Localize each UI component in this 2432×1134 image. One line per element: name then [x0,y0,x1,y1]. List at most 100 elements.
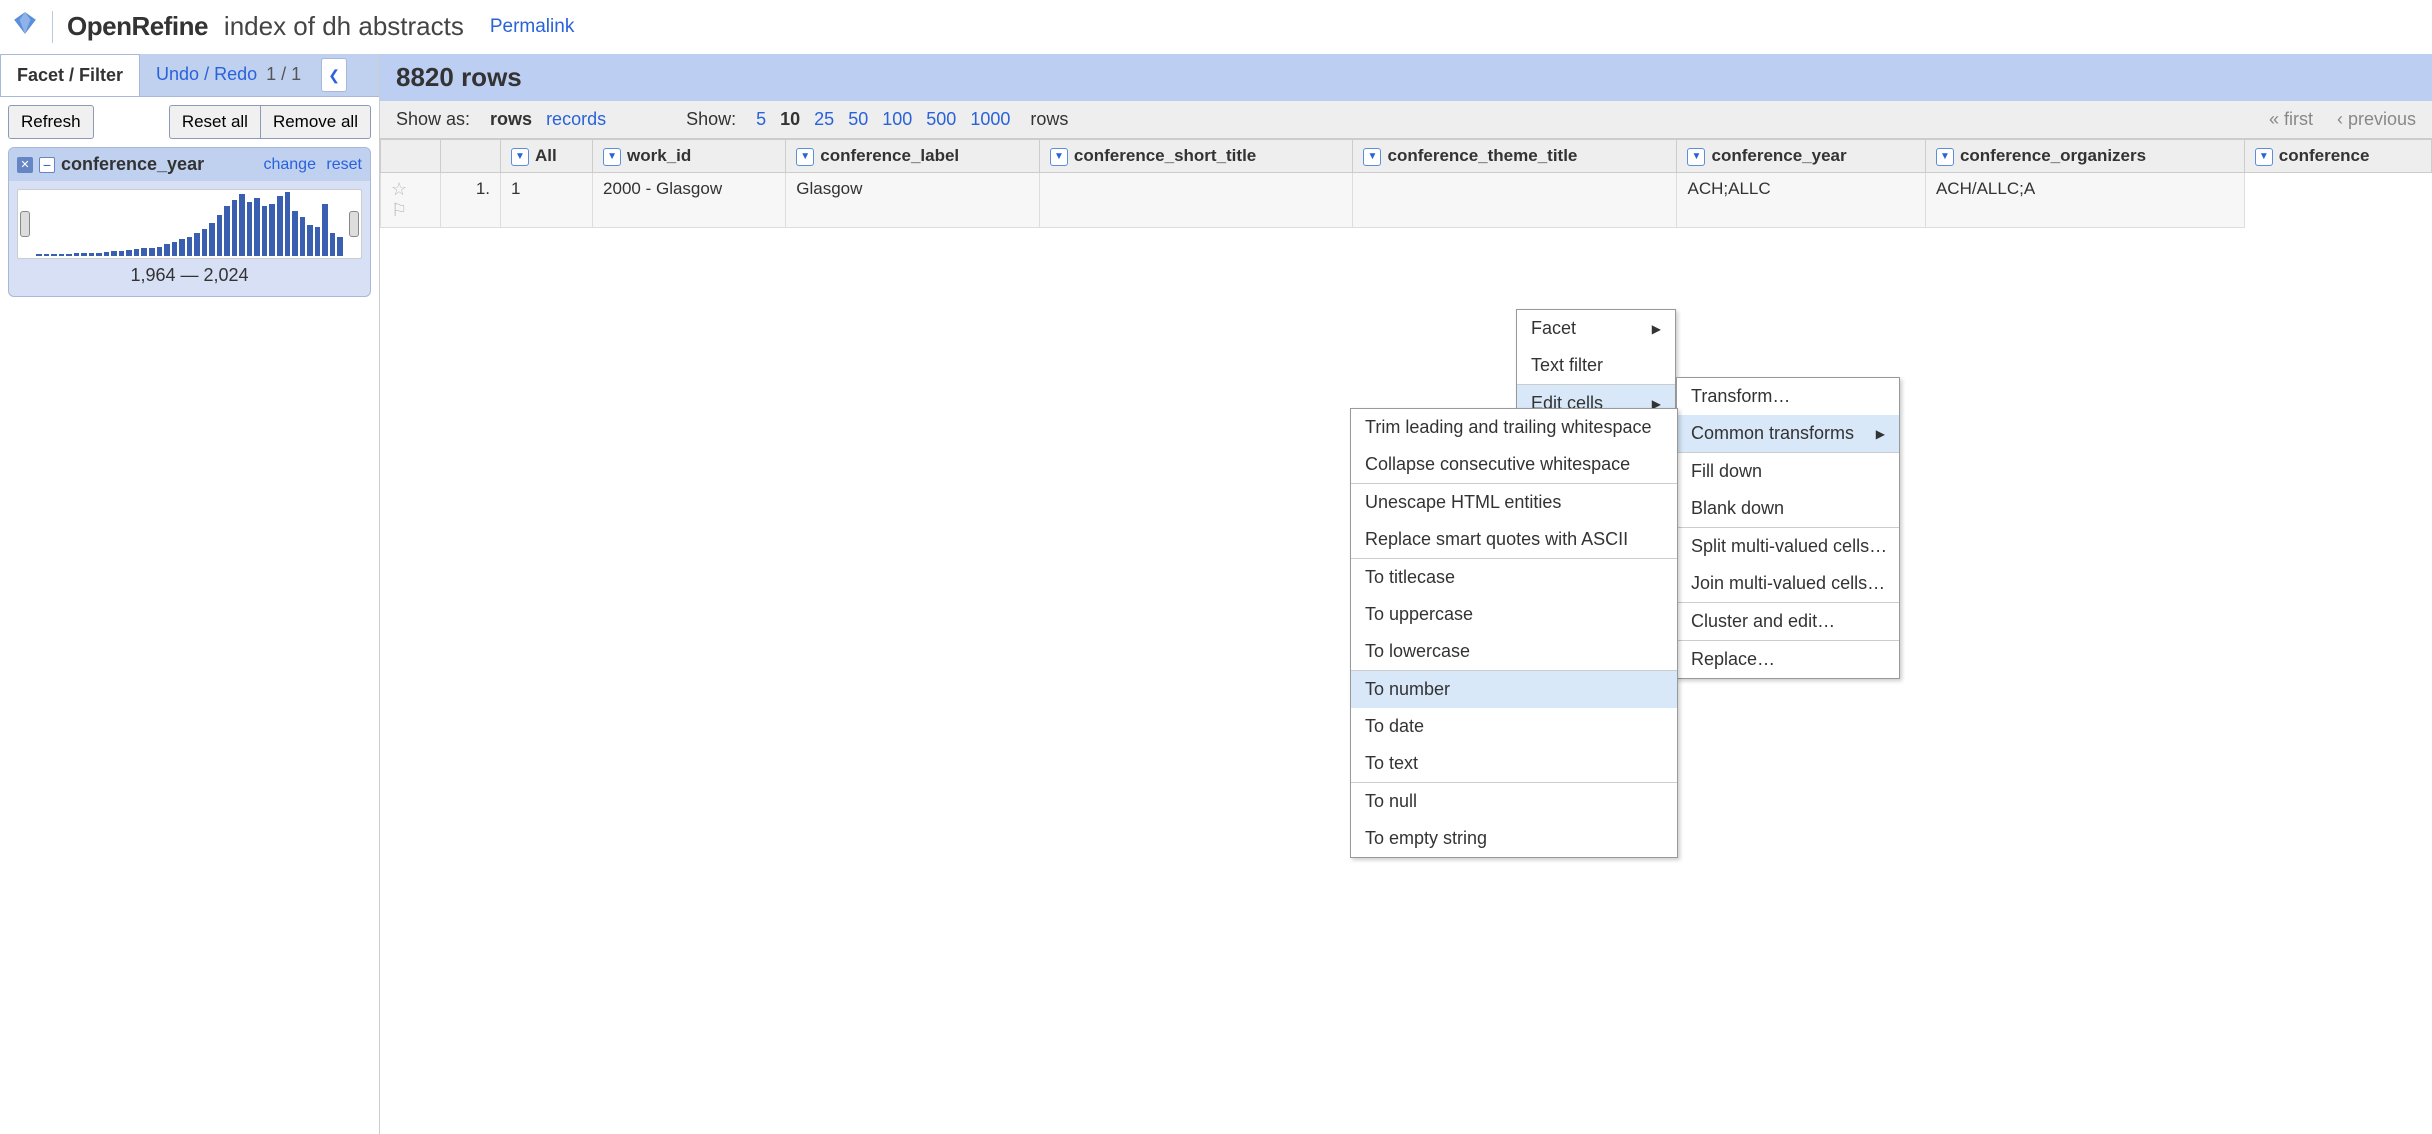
histogram-bar [217,215,223,256]
remove-all-button[interactable]: Remove all [260,105,371,139]
menu-item-split-multi-valued-cells[interactable]: Split multi-valued cells… [1677,528,1899,565]
menu-item-blank-down[interactable]: Blank down [1677,490,1899,527]
histogram-bar [36,254,42,256]
refresh-button[interactable]: Refresh [8,105,94,139]
cell-work-id[interactable]: 1 [501,173,593,228]
column-header-conference-organizers: ▼conference_organizers [1925,140,2244,173]
menu-item-label: To number [1365,679,1450,700]
histogram-bar [51,254,57,256]
column-menu: Facet▶Text filterEdit cells▶ [1516,309,1676,423]
menu-item-facet[interactable]: Facet▶ [1517,310,1675,347]
menu-item-to-number[interactable]: To number [1351,671,1677,708]
histogram-bar [187,237,193,256]
page-size-1000[interactable]: 1000 [970,109,1010,130]
histogram-bar [59,254,65,256]
facet-minimize-icon[interactable]: − [39,157,55,173]
menu-item-text-filter[interactable]: Text filter [1517,347,1675,384]
menu-item-common-transforms[interactable]: Common transforms▶ [1677,415,1899,452]
cell-conference-theme-title[interactable] [1039,173,1353,228]
column-menu-button[interactable]: ▼ [796,148,814,166]
histogram-bar [44,254,50,256]
cell-conference[interactable]: ACH/ALLC;A [1925,173,2244,228]
menu-item-to-lowercase[interactable]: To lowercase [1351,633,1677,670]
menu-item-unescape-html-entities[interactable]: Unescape HTML entities [1351,484,1677,521]
table-row: ☆ ⚐ 1. 1 2000 - Glasgow Glasgow ACH;ALLC… [381,173,2432,228]
page-size-100[interactable]: 100 [882,109,912,130]
page-size-25[interactable]: 25 [814,109,834,130]
column-header-work-id: ▼work_id [593,140,786,173]
cell-conference-short-title[interactable]: Glasgow [786,173,1040,228]
menu-item-to-date[interactable]: To date [1351,708,1677,745]
show-as-rows[interactable]: rows [490,109,532,130]
column-menu-button[interactable]: ▼ [1936,148,1954,166]
column-menu-button[interactable]: ▼ [1687,148,1705,166]
histogram-bar [96,253,102,256]
menu-item-to-empty-string[interactable]: To empty string [1351,820,1677,857]
facet-close-icon[interactable]: ✕ [17,157,33,173]
cell-conference-year[interactable] [1353,173,1677,228]
facet-reset-link[interactable]: reset [326,156,362,173]
menu-item-to-null[interactable]: To null [1351,783,1677,820]
menu-item-to-uppercase[interactable]: To uppercase [1351,596,1677,633]
histogram-bar [66,254,72,256]
star-icon[interactable]: ☆ [391,179,407,199]
page-size-500[interactable]: 500 [926,109,956,130]
undo-count: 1 / 1 [266,64,301,84]
collapse-left-panel-button[interactable]: ❮ [321,58,347,92]
pager-first[interactable]: « first [2269,109,2313,130]
column-header-label: All [535,146,557,165]
histogram-bar [209,223,215,256]
menu-item-replace-smart-quotes-with-ascii[interactable]: Replace smart quotes with ASCII [1351,521,1677,558]
column-menu-button[interactable]: ▼ [2255,148,2273,166]
menu-item-label: Common transforms [1691,423,1854,444]
chevron-left-icon: ❮ [328,67,340,84]
cell-conference-organizers[interactable]: ACH;ALLC [1677,173,1925,228]
histogram-bar [104,252,110,256]
column-header-all: ▼ All [501,140,593,173]
histogram-bar [337,237,343,256]
slider-handle-left[interactable] [20,211,30,237]
histogram-bar [315,227,321,256]
pager-previous[interactable]: ‹ previous [2337,109,2416,130]
histogram-bar [224,206,230,256]
left-toolbar: Refresh Reset all Remove all [0,97,379,147]
edit-cells-submenu: Transform…Common transforms▶Fill downBla… [1676,377,1900,679]
menu-item-to-text[interactable]: To text [1351,745,1677,782]
reset-all-button[interactable]: Reset all [169,105,260,139]
tab-undo-redo[interactable]: Undo / Redo 1 / 1 [140,54,317,96]
summary-bar: 8820 rows [380,54,2432,101]
page-size-50[interactable]: 50 [848,109,868,130]
menu-item-to-titlecase[interactable]: To titlecase [1351,559,1677,596]
column-header-conference-year: ▼conference_year [1677,140,1925,173]
facet-change-link[interactable]: change [263,156,316,173]
menu-item-label: Collapse consecutive whitespace [1365,454,1630,475]
menu-item-label: Join multi-valued cells… [1691,573,1885,594]
menu-item-trim-leading-and-trailing-whitespace[interactable]: Trim leading and trailing whitespace [1351,409,1677,446]
column-menu-button[interactable]: ▼ [1050,148,1068,166]
page-size-5[interactable]: 5 [756,109,766,130]
facet-histogram[interactable] [17,189,362,259]
column-header-label: conference_theme_title [1387,146,1577,165]
menu-item-replace[interactable]: Replace… [1677,641,1899,678]
column-menu-button[interactable]: ▼ [511,148,529,166]
slider-handle-right[interactable] [349,211,359,237]
menu-item-transform[interactable]: Transform… [1677,378,1899,415]
tab-facet-filter[interactable]: Facet / Filter [0,54,140,96]
menu-item-collapse-consecutive-whitespace[interactable]: Collapse consecutive whitespace [1351,446,1677,483]
permalink-link[interactable]: Permalink [490,16,574,38]
column-menu-button[interactable]: ▼ [1363,148,1381,166]
flag-icon[interactable]: ⚐ [391,200,407,220]
cell-conference-label[interactable]: 2000 - Glasgow [593,173,786,228]
row-controls-header [381,140,441,173]
column-menu-button[interactable]: ▼ [603,148,621,166]
menu-item-join-multi-valued-cells[interactable]: Join multi-valued cells… [1677,565,1899,602]
show-as-records[interactable]: records [546,109,606,130]
menu-item-cluster-and-edit[interactable]: Cluster and edit… [1677,603,1899,640]
facet-conference-year: ✕ − conference_year change reset 1,964 —… [8,147,371,297]
menu-item-label: Facet [1531,318,1576,339]
histogram-bar [277,196,283,256]
row-controls: ☆ ⚐ [381,173,441,228]
page-size-10[interactable]: 10 [780,109,800,130]
menu-item-label: Unescape HTML entities [1365,492,1561,513]
menu-item-fill-down[interactable]: Fill down [1677,453,1899,490]
